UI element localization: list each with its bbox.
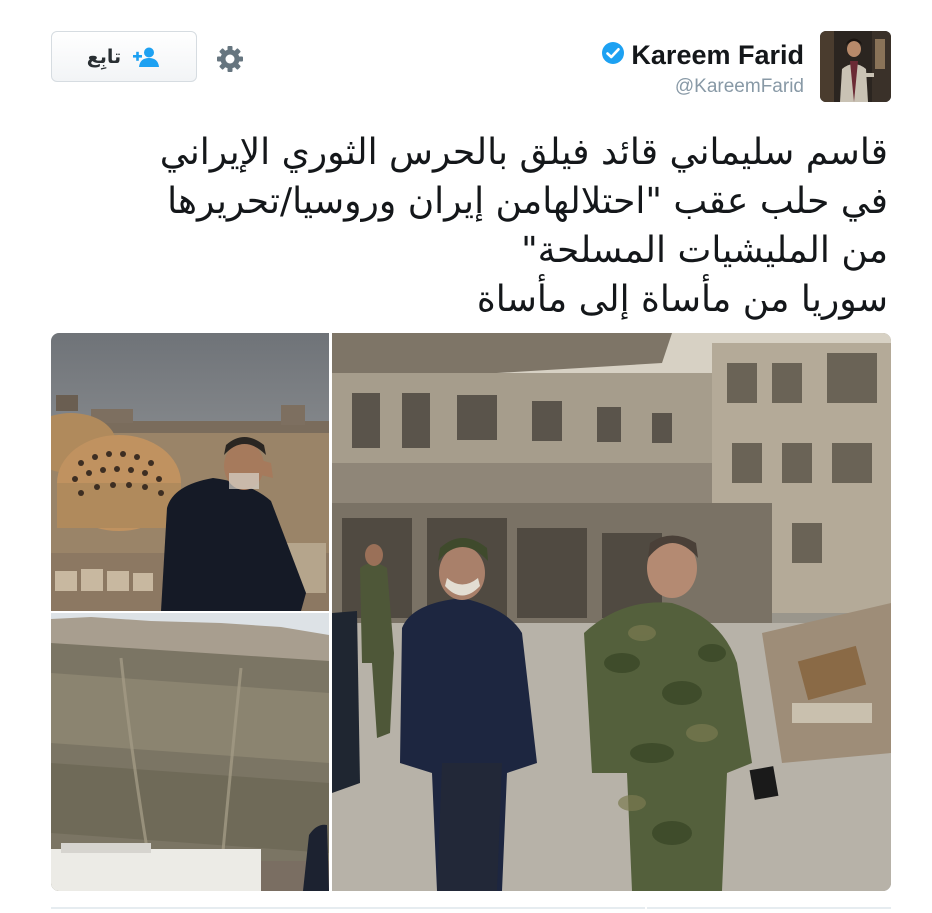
follow-button[interactable]: تابِع bbox=[51, 31, 197, 82]
tweet-line: في حلب عقب "احتلالهامن إيران وروسيا/تحري… bbox=[167, 181, 888, 222]
verified-badge-icon bbox=[601, 41, 625, 70]
author-handle[interactable]: @KareemFarid bbox=[675, 76, 804, 98]
follow-label: تابِع bbox=[86, 45, 122, 68]
dome-photo[interactable] bbox=[51, 333, 329, 611]
display-name: Kareem Farid bbox=[631, 40, 804, 70]
tweet-line: سوريا من مأساة إلى مأساة bbox=[476, 279, 888, 320]
media-grid bbox=[51, 333, 891, 891]
divider bbox=[51, 907, 645, 909]
citadel-photo[interactable] bbox=[51, 613, 329, 891]
author-name-row[interactable]: Kareem Farid bbox=[601, 40, 804, 71]
tweet-line: من المليشيات المسلحة" bbox=[521, 230, 888, 271]
street-photo[interactable] bbox=[332, 333, 891, 891]
tweet-text: قاسم سليماني قائد فيلق بالحرس الثوري الإ… bbox=[48, 128, 888, 324]
avatar[interactable] bbox=[820, 31, 891, 102]
add-user-icon bbox=[131, 46, 161, 68]
gear-icon[interactable] bbox=[215, 44, 245, 74]
divider bbox=[647, 907, 891, 909]
tweet-line: قاسم سليماني قائد فيلق بالحرس الثوري الإ… bbox=[159, 132, 888, 173]
